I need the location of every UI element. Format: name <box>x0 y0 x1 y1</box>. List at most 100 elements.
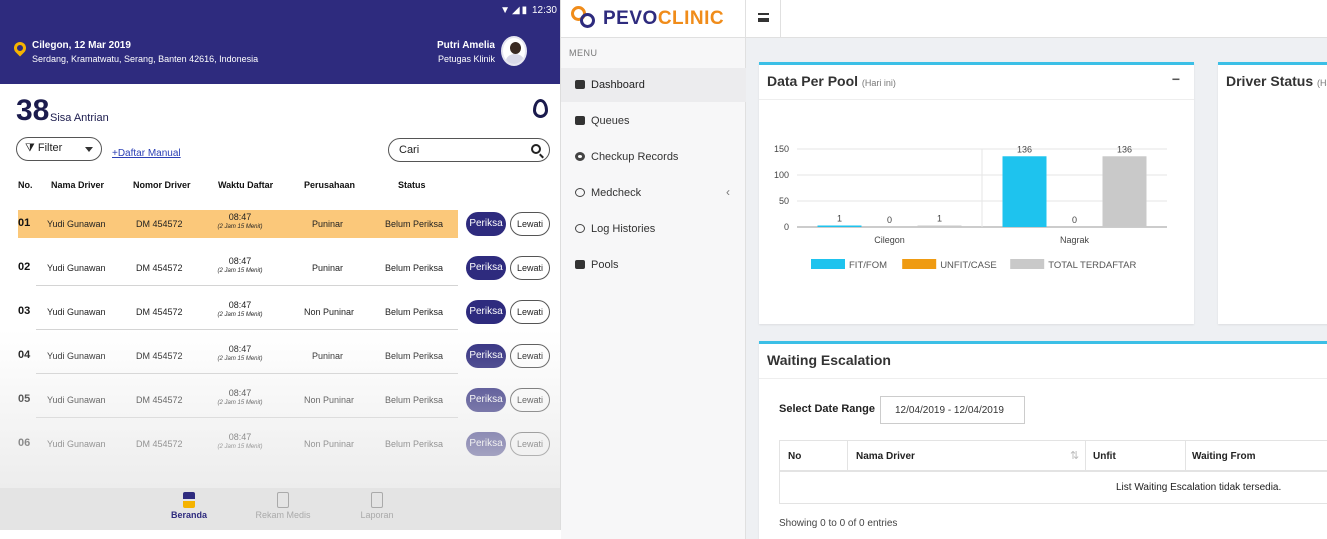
sidebar-item-label: Queues <box>591 115 630 127</box>
sort-icon[interactable]: ⇅ <box>1070 449 1079 462</box>
lewati-button[interactable]: Lewati <box>510 300 550 324</box>
company: Puninar <box>312 263 344 273</box>
nav-laporan[interactable]: Laporan <box>342 492 412 520</box>
register-clock: 08:47 <box>228 432 252 442</box>
register-clock: 08:47 <box>228 344 252 354</box>
row-no: 05 <box>18 393 31 405</box>
column-separator <box>1085 441 1086 471</box>
register-duration: (2 Jam 15 Menit) <box>217 224 263 230</box>
periksa-button[interactable]: Periksa <box>466 212 506 236</box>
sidebar-item-pools[interactable]: Pools <box>561 248 746 282</box>
medical-record-icon <box>277 492 289 508</box>
data-label: 0 <box>887 215 892 225</box>
sidebar-item-medcheck[interactable]: Medcheck ‹ <box>561 176 746 210</box>
periksa-button[interactable]: Periksa <box>466 388 506 412</box>
user-role: Petugas Klinik <box>437 54 495 64</box>
nav-beranda[interactable]: Beranda <box>154 492 224 520</box>
car-icon <box>575 260 585 269</box>
register-time: 08:47 (2 Jam 15 Menit) <box>200 212 280 232</box>
company: Non Puninar <box>304 439 355 449</box>
search-icon[interactable] <box>531 144 541 154</box>
home-icon <box>183 492 195 508</box>
location-address: Serdang, Kramatwatu, Serang, Banten 4261… <box>32 54 259 64</box>
water-drop-icon[interactable] <box>533 99 548 118</box>
x-tick-label: Cilegon <box>874 235 905 245</box>
column-header-waiting-from[interactable]: Waiting From <box>1192 451 1256 462</box>
date-range-input[interactable]: 12/04/2019 - 12/04/2019 <box>880 396 1025 424</box>
table-row[interactable]: 03 Yudi Gunawan DM 454572 08:47 (2 Jam 15… <box>10 300 550 346</box>
table-row[interactable]: 06 Yudi Gunawan DM 454572 08:47 (2 Jam 15… <box>10 432 550 478</box>
company: Puninar <box>312 351 344 361</box>
avatar[interactable] <box>501 36 527 66</box>
brand-name-part2: CLINIC <box>657 8 725 29</box>
mobile-app-screen: ▼◢▮ 12:30 Cilegon, 12 Mar 2019 Serdang, … <box>0 0 561 530</box>
column-header-name[interactable]: Nama Driver <box>856 451 915 462</box>
register-duration: (2 Jam 15 Menit) <box>217 444 263 450</box>
history-icon <box>575 224 585 233</box>
lewati-button[interactable]: Lewati <box>510 344 550 368</box>
manual-register-link[interactable]: +Daftar Manual <box>112 148 181 159</box>
register-clock: 08:47 <box>228 212 252 222</box>
legend-label: UNFIT/CASE <box>940 260 996 271</box>
driver-number: DM 454572 <box>136 395 183 405</box>
data-label: 0 <box>1072 215 1077 225</box>
periksa-button[interactable]: Periksa <box>466 300 506 324</box>
sidebar-item-checkup-records[interactable]: Checkup Records <box>561 140 746 174</box>
nav-laporan-label: Laporan <box>360 510 394 520</box>
column-header-unfit[interactable]: Unfit <box>1093 451 1116 462</box>
register-time: 08:47 (2 Jam 15 Menit) <box>200 300 280 320</box>
periksa-button[interactable]: Periksa <box>466 256 506 280</box>
lewati-button[interactable]: Lewati <box>510 432 550 456</box>
sidebar-item-log-histories[interactable]: Log Histories <box>561 212 746 246</box>
panel-subtitle: (Hari ini) <box>861 78 896 88</box>
register-clock: 08:47 <box>228 388 252 398</box>
legend-swatch <box>902 259 937 269</box>
company: Non Puninar <box>304 307 355 317</box>
row-no: 01 <box>18 217 31 229</box>
periksa-button[interactable]: Periksa <box>466 432 506 456</box>
brand-name-part1: PEVO <box>603 8 658 29</box>
queue-count-label: Sisa Antrian <box>50 112 109 124</box>
row-divider <box>36 373 458 374</box>
status: Belum Periksa <box>385 395 444 405</box>
lewati-button[interactable]: Lewati <box>510 256 550 280</box>
register-clock: 08:47 <box>228 256 252 266</box>
chevron-down-icon <box>85 147 93 152</box>
brand-logo-area[interactable]: PEVOCLINIC <box>561 0 746 38</box>
driver-name: Yudi Gunawan <box>47 395 106 405</box>
date-range-label: Select Date Range <box>779 403 875 415</box>
x-tick-label: Nagrak <box>1060 235 1090 245</box>
panel-divider <box>759 99 1194 100</box>
driver-name: Yudi Gunawan <box>47 439 106 449</box>
register-duration: (2 Jam 15 Menit) <box>217 312 263 318</box>
menu-toggle-icon[interactable] <box>758 13 769 22</box>
periksa-button[interactable]: Periksa <box>466 344 506 368</box>
table-row[interactable]: 05 Yudi Gunawan DM 454572 08:47 (2 Jam 15… <box>10 388 550 434</box>
table-row[interactable]: 04 Yudi Gunawan DM 454572 08:47 (2 Jam 15… <box>10 344 550 390</box>
table-row[interactable]: 02 Yudi Gunawan DM 454572 08:47 (2 Jam 15… <box>10 256 550 302</box>
nav-beranda-label: Beranda <box>170 510 207 520</box>
minimize-button[interactable]: − <box>1172 71 1180 87</box>
bottom-navigation: Beranda Rekam Medis Laporan <box>0 488 560 530</box>
stethoscope-icon <box>575 188 585 197</box>
report-icon <box>371 492 383 508</box>
register-duration: (2 Jam 15 Menit) <box>217 268 263 274</box>
filter-dropdown[interactable]: ⧩ Filter <box>16 137 102 161</box>
column-separator <box>847 441 848 471</box>
column-header-no[interactable]: No <box>788 451 801 462</box>
driver-name: Yudi Gunawan <box>47 219 106 229</box>
table-row[interactable]: 01 Yudi Gunawan DM 454572 08:47 (2 Jam 15… <box>10 210 550 258</box>
lewati-button[interactable]: Lewati <box>510 388 550 412</box>
nav-rekam-medis[interactable]: Rekam Medis <box>248 492 318 520</box>
sidebar-item-dashboard[interactable]: Dashboard <box>561 68 746 102</box>
lewati-button[interactable]: Lewati <box>510 212 550 236</box>
driver-number: DM 454572 <box>136 219 183 229</box>
pagination-info: Showing 0 to 0 of 0 entries <box>779 518 898 529</box>
sidebar-item-queues[interactable]: Queues <box>561 104 746 138</box>
driver-name: Yudi Gunawan <box>47 307 106 317</box>
panel-subtitle: (Ha <box>1317 78 1327 88</box>
legend-swatch <box>1010 259 1045 269</box>
status: Belum Periksa <box>385 263 444 273</box>
search-input[interactable]: Cari <box>388 138 550 162</box>
menu-heading: MENU <box>569 48 598 58</box>
